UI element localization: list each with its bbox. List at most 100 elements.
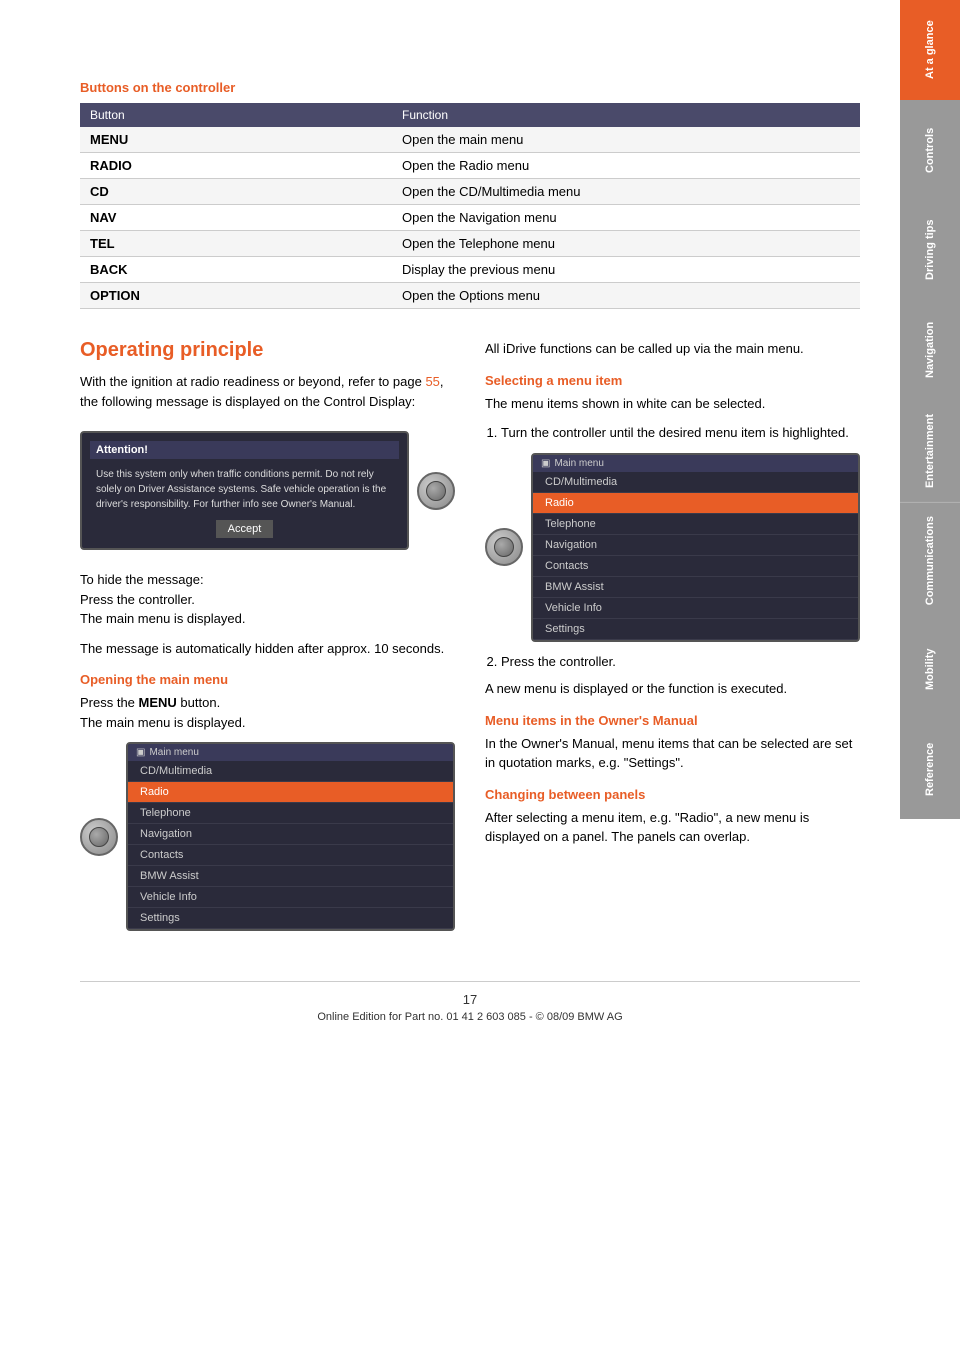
table-row: TELOpen the Telephone menu xyxy=(80,231,860,257)
table-cell-button: NAV xyxy=(80,205,392,231)
selecting-menu-item-text: The menu items shown in white can be sel… xyxy=(485,394,860,414)
table-header-button: Button xyxy=(80,103,392,127)
changing-panels-subtitle: Changing between panels xyxy=(485,787,860,802)
hide-message-text: To hide the message: Press the controlle… xyxy=(80,570,455,629)
menu-bold: MENU xyxy=(139,695,177,710)
table-cell-function: Display the previous menu xyxy=(392,257,860,283)
menu-item[interactable]: BMW Assist xyxy=(533,577,858,598)
owners-manual-text: In the Owner's Manual, menu items that c… xyxy=(485,734,860,773)
sidebar-tab-at-glance[interactable]: At a glance xyxy=(900,0,960,100)
auto-hide-text: The message is automatically hidden afte… xyxy=(80,639,455,659)
intro-text: With the ignition at radio readiness or … xyxy=(80,372,455,411)
controller-table: Button Function MENUOpen the main menuRA… xyxy=(80,103,860,309)
knob-inner xyxy=(426,481,446,501)
owners-manual-subtitle: Menu items in the Owner's Manual xyxy=(485,713,860,728)
table-cell-button: MENU xyxy=(80,127,392,153)
operating-principle-section: Operating principle With the ignition at… xyxy=(80,339,860,941)
menu-item[interactable]: Vehicle Info xyxy=(533,598,858,619)
menu-item[interactable]: CD/Multimedia xyxy=(128,761,453,782)
changing-panels-text: After selecting a menu item, e.g. "Radio… xyxy=(485,808,860,847)
attention-header: Attention! xyxy=(90,441,399,459)
table-header-function: Function xyxy=(392,103,860,127)
menu-item[interactable]: Settings xyxy=(533,619,858,640)
table-row: CDOpen the CD/Multimedia menu xyxy=(80,179,860,205)
table-cell-button: BACK xyxy=(80,257,392,283)
table-cell-function: Open the Options menu xyxy=(392,283,860,309)
menu-header-right: ▣ Main menu xyxy=(533,455,858,472)
menu-icon-right: ▣ xyxy=(541,458,550,469)
table-row: NAVOpen the Navigation menu xyxy=(80,205,860,231)
sidebar-tab-controls[interactable]: Controls xyxy=(900,100,960,200)
buttons-section: Buttons on the controller Button Functio… xyxy=(80,80,860,309)
table-cell-function: Open the main menu xyxy=(392,127,860,153)
table-row: RADIOOpen the Radio menu xyxy=(80,153,860,179)
attention-body: Use this system only when traffic condit… xyxy=(90,465,399,514)
sidebar-tab-entertainment[interactable]: Entertainment xyxy=(900,400,960,502)
step-1: Turn the controller until the desired me… xyxy=(501,423,860,443)
menu-title-right: Main menu xyxy=(554,458,603,469)
table-row: MENUOpen the main menu xyxy=(80,127,860,153)
page-link[interactable]: 55 xyxy=(425,374,439,389)
table-cell-function: Open the Navigation menu xyxy=(392,205,860,231)
menu-item[interactable]: BMW Assist xyxy=(128,866,453,887)
sidebar: At a glance Controls Driving tips Naviga… xyxy=(900,0,960,1358)
knob-inner2 xyxy=(89,827,109,847)
menu-item[interactable]: Radio xyxy=(128,782,453,803)
table-cell-function: Open the CD/Multimedia menu xyxy=(392,179,860,205)
accept-button[interactable]: Accept xyxy=(216,520,274,538)
main-menu-left: ▣ Main menu CD/MultimediaRadioTelephoneN… xyxy=(126,742,455,931)
attention-screen-wrapper: Attention! Use this system only when tra… xyxy=(80,421,455,560)
menu-item[interactable]: Navigation xyxy=(128,824,453,845)
knob-circle2 xyxy=(80,818,118,856)
main-menu-right: ▣ Main menu CD/MultimediaRadioTelephoneN… xyxy=(531,453,860,642)
step-2: Press the controller. xyxy=(501,652,860,672)
controller-knob-left2 xyxy=(80,818,118,856)
footer-text: Online Edition for Part no. 01 41 2 603 … xyxy=(80,1011,860,1023)
step-2-list: Press the controller. xyxy=(485,652,860,672)
knob-inner3 xyxy=(494,537,514,557)
menu-item[interactable]: Contacts xyxy=(533,556,858,577)
menu-item[interactable]: Navigation xyxy=(533,535,858,556)
sidebar-tab-navigation[interactable]: Navigation xyxy=(900,300,960,400)
step-2-result: A new menu is displayed or the function … xyxy=(485,679,860,699)
sidebar-tab-driving-tips[interactable]: Driving tips xyxy=(900,200,960,300)
menu-item[interactable]: Contacts xyxy=(128,845,453,866)
menu-title-left: Main menu xyxy=(149,747,198,758)
right-column: All iDrive functions can be called up vi… xyxy=(485,339,860,941)
knob-circle3 xyxy=(485,528,523,566)
table-cell-button: OPTION xyxy=(80,283,392,309)
menu-item[interactable]: CD/Multimedia xyxy=(533,472,858,493)
buttons-section-title: Buttons on the controller xyxy=(80,80,860,95)
page-footer: 17 Online Edition for Part no. 01 41 2 6… xyxy=(80,981,860,1023)
selecting-steps: Turn the controller until the desired me… xyxy=(485,423,860,443)
main-menu-right-wrapper: ▣ Main menu CD/MultimediaRadioTelephoneN… xyxy=(485,453,860,642)
table-cell-button: RADIO xyxy=(80,153,392,179)
all-idrive-text: All iDrive functions can be called up vi… xyxy=(485,339,860,359)
menu-item[interactable]: Vehicle Info xyxy=(128,887,453,908)
table-cell-button: TEL xyxy=(80,231,392,257)
controller-knob-right xyxy=(485,528,523,566)
left-column: Operating principle With the ignition at… xyxy=(80,339,455,941)
menu-item[interactable]: Telephone xyxy=(128,803,453,824)
sidebar-tab-communications[interactable]: Communications xyxy=(900,502,960,619)
menu-item[interactable]: Radio xyxy=(533,493,858,514)
opening-main-menu-text: Press the MENU button. The main menu is … xyxy=(80,693,455,732)
menu-header-left: ▣ Main menu xyxy=(128,744,453,761)
page-number: 17 xyxy=(80,992,860,1007)
attention-screen: Attention! Use this system only when tra… xyxy=(80,431,409,550)
table-row: BACKDisplay the previous menu xyxy=(80,257,860,283)
knob-circle xyxy=(417,472,455,510)
menu-item[interactable]: Telephone xyxy=(533,514,858,535)
selecting-menu-item-subtitle: Selecting a menu item xyxy=(485,373,860,388)
main-menu-left-wrapper: ▣ Main menu CD/MultimediaRadioTelephoneN… xyxy=(80,742,455,931)
table-cell-button: CD xyxy=(80,179,392,205)
opening-main-menu-subtitle: Opening the main menu xyxy=(80,672,455,687)
sidebar-tab-reference[interactable]: Reference xyxy=(900,719,960,819)
operating-principle-title: Operating principle xyxy=(80,339,455,362)
menu-icon-left: ▣ xyxy=(136,747,145,758)
table-cell-function: Open the Telephone menu xyxy=(392,231,860,257)
table-row: OPTIONOpen the Options menu xyxy=(80,283,860,309)
sidebar-tab-mobility[interactable]: Mobility xyxy=(900,619,960,719)
table-cell-function: Open the Radio menu xyxy=(392,153,860,179)
menu-item[interactable]: Settings xyxy=(128,908,453,929)
